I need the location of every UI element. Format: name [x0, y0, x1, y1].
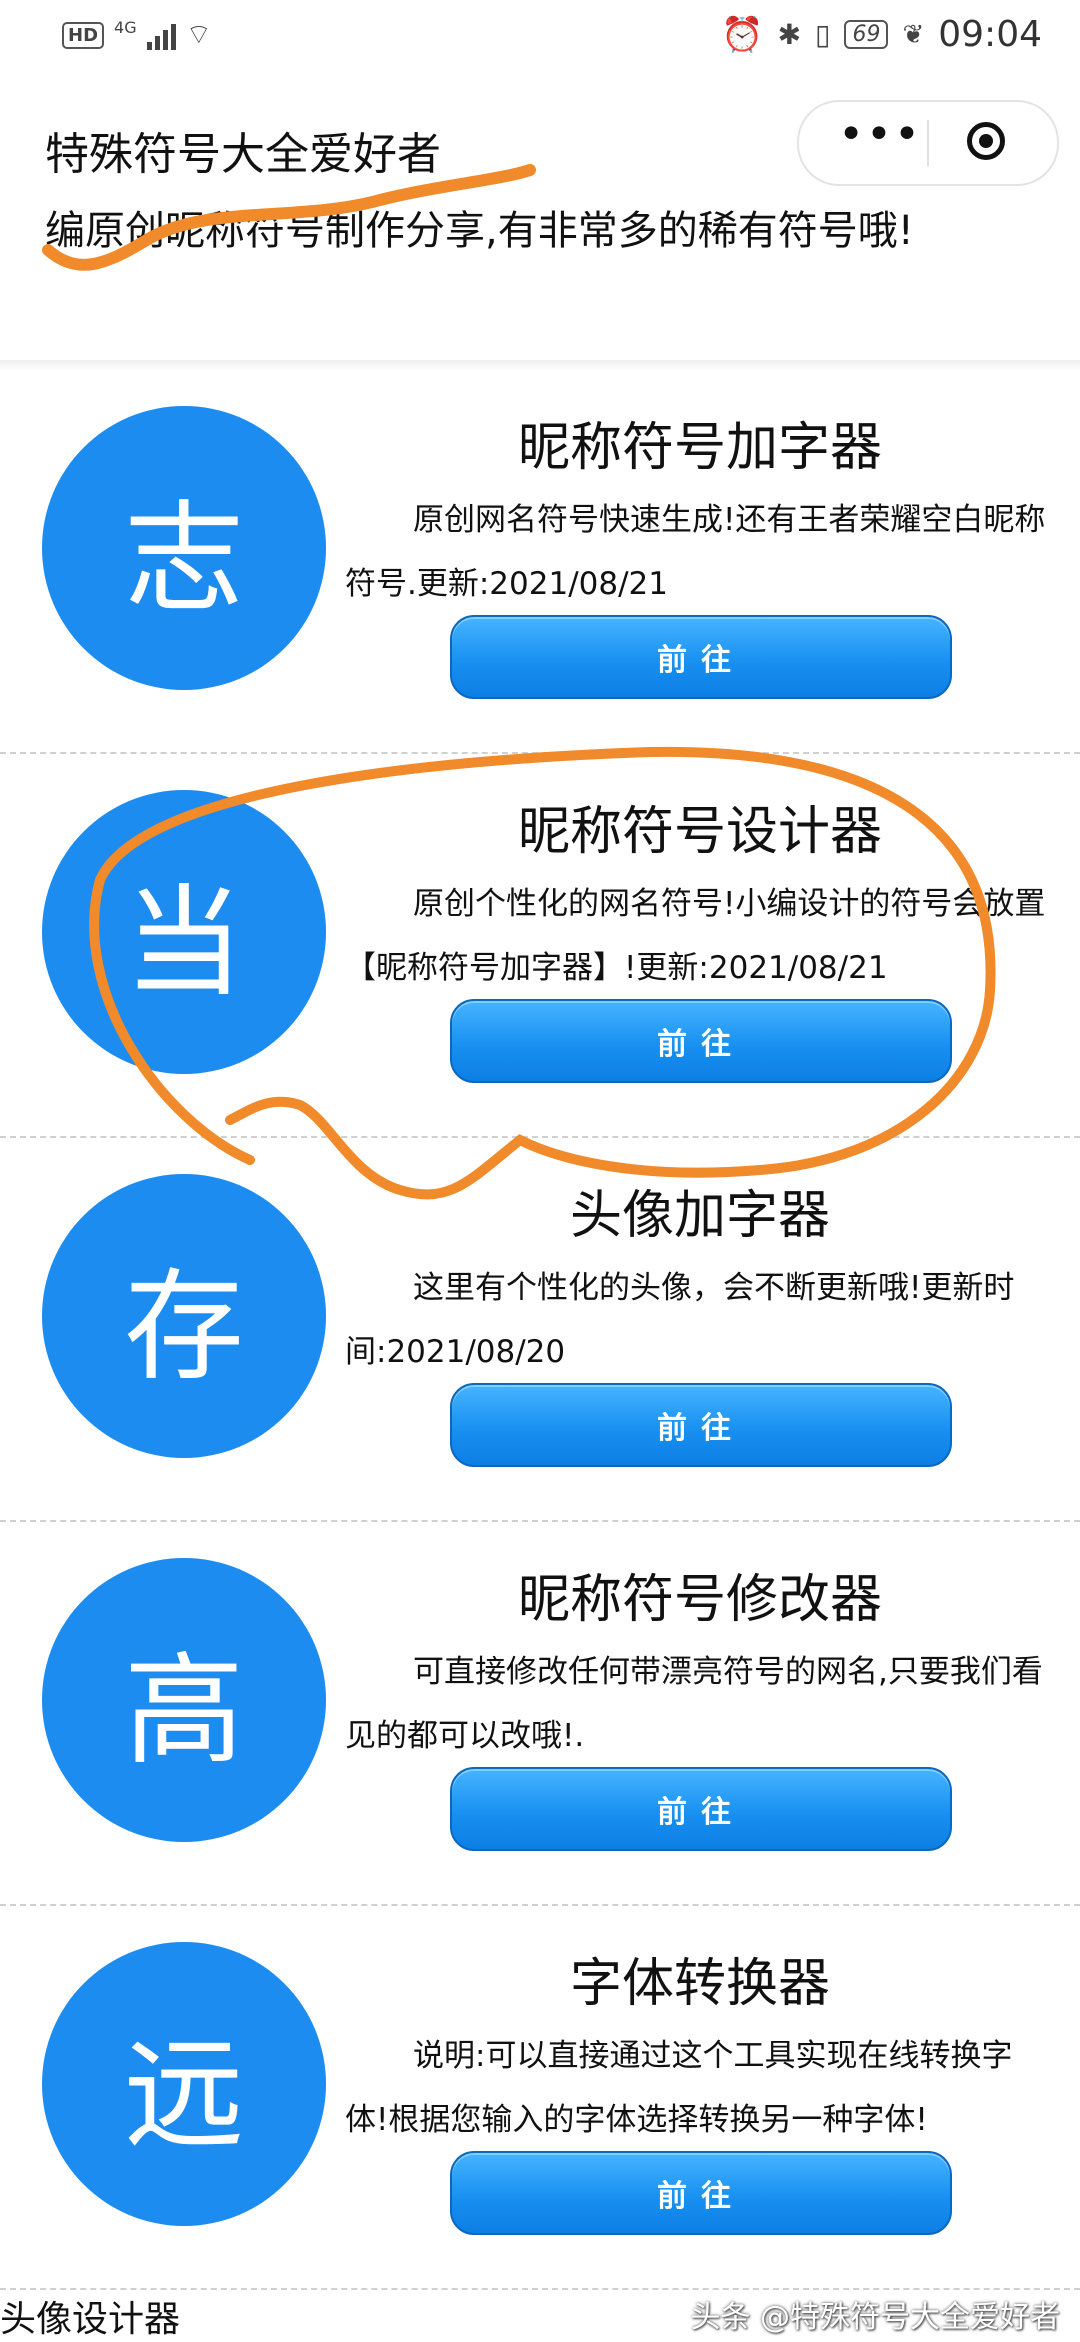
- tool-card: 存 头像加字器 这里有个性化的头像，会不断更新哦!更新时间:2021/08/20…: [0, 1138, 1080, 1522]
- go-button[interactable]: 前往: [450, 2151, 952, 2235]
- next-section-title: 头像设计器: [0, 2299, 181, 2340]
- clock: 09:04: [938, 14, 1042, 55]
- card-avatar: 高: [42, 1558, 326, 1842]
- go-button[interactable]: 前往: [450, 1767, 952, 1851]
- card-title: 字体转换器: [569, 1954, 830, 2014]
- card-title: 昵称符号加字器: [517, 418, 882, 478]
- card-avatar: 志: [42, 406, 326, 690]
- header-divider: [0, 360, 1080, 370]
- bluetooth-icon: ✱: [777, 18, 802, 51]
- page-header: 特殊符号大全爱好者 编原创昵称符号制作分享,有非常多的稀有符号哦! •••: [0, 80, 1080, 360]
- mini-program-capsule: •••: [797, 100, 1059, 186]
- status-left: HD 4G ⌔: [62, 18, 212, 53]
- go-button[interactable]: 前往: [450, 615, 952, 699]
- go-button[interactable]: 前往: [450, 1383, 952, 1467]
- card-description: 说明:可以直接通过这个工具实现在线转换字体!根据您输入的字体选择转换另一种字体!: [345, 2038, 1013, 2138]
- card-description: 原创个性化的网名符号!小编设计的符号会放置【昵称符号加字器】!更新:2021/0…: [345, 886, 1046, 986]
- capsule-divider: [927, 120, 929, 166]
- card-avatar: 存: [42, 1174, 326, 1458]
- go-button[interactable]: 前往: [450, 999, 952, 1083]
- watermark: 头条 @特殊符号大全爱好者: [690, 2300, 1060, 2335]
- tool-card: 志 昵称符号加字器 原创网名符号快速生成!还有王者荣耀空白昵称符号.更新:202…: [0, 370, 1080, 754]
- card-title: 昵称符号设计器: [517, 802, 882, 862]
- alarm-icon: ⏰: [721, 14, 764, 55]
- status-right: ⏰ ✱ ▯ 69 ❦ 09:04: [721, 14, 1042, 55]
- tool-card: 远 字体转换器 说明:可以直接通过这个工具实现在线转换字体!根据您输入的字体选择…: [0, 1906, 1080, 2290]
- card-description: 原创网名符号快速生成!还有王者荣耀空白昵称符号.更新:2021/08/21: [345, 502, 1046, 602]
- leaf-icon: ❦: [902, 19, 925, 50]
- close-icon[interactable]: [967, 122, 1005, 160]
- tool-card: 高 昵称符号修改器 可直接修改任何带漂亮符号的网名,只要我们看见的都可以改哦!.…: [0, 1522, 1080, 1906]
- status-bar: HD 4G ⌔ ⏰ ✱ ▯ 69 ❦ 09:04: [0, 0, 1080, 80]
- signal-icon: [146, 22, 176, 50]
- page-subtitle: 编原创昵称符号制作分享,有非常多的稀有符号哦!: [45, 208, 914, 254]
- wifi-icon: ⌔: [185, 18, 212, 51]
- network-label: 4G: [114, 18, 137, 37]
- page-title: 特殊符号大全爱好者: [45, 129, 441, 180]
- card-title: 头像加字器: [569, 1186, 830, 1246]
- card-avatar: 远: [42, 1942, 326, 2226]
- card-avatar: 当: [42, 790, 326, 1074]
- battery-icon: 69: [844, 20, 889, 49]
- card-description: 可直接修改任何带漂亮符号的网名,只要我们看见的都可以改哦!.: [345, 1654, 1043, 1754]
- card-title: 昵称符号修改器: [517, 1570, 882, 1630]
- hd-badge: HD: [62, 22, 105, 49]
- more-icon[interactable]: •••: [835, 113, 925, 162]
- tool-card: 当 昵称符号设计器 原创个性化的网名符号!小编设计的符号会放置【昵称符号加字器】…: [0, 754, 1080, 1138]
- vibrate-icon: ▯: [815, 18, 831, 51]
- card-description: 这里有个性化的头像，会不断更新哦!更新时间:2021/08/20: [345, 1270, 1015, 1370]
